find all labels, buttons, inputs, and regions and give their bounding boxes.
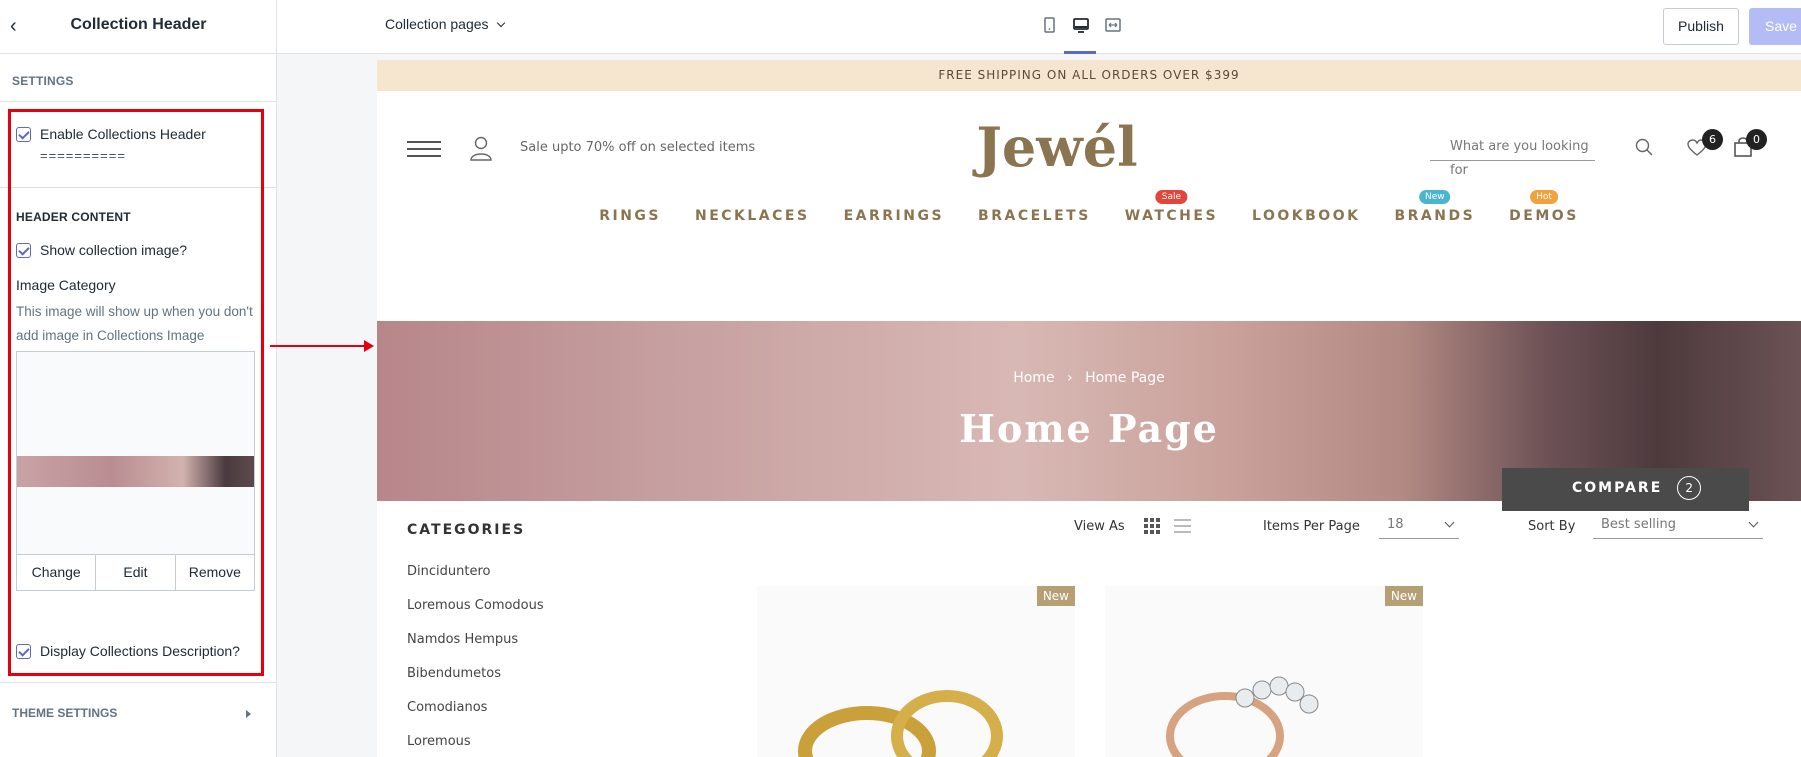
active-device-indicator [1064, 51, 1096, 54]
compare-count-badge: 2 [1677, 476, 1702, 500]
nav-item-earrings[interactable]: EARRINGS [844, 208, 944, 224]
sort-by-value: Best selling [1601, 517, 1677, 532]
nav-item-brands[interactable]: New BRANDS [1394, 190, 1476, 224]
store-preview: FREE SHIPPING ON ALL ORDERS OVER $399 Sa… [377, 60, 1801, 757]
banner-title: Home Page [959, 406, 1219, 451]
nav-item-label: DEMOS [1509, 208, 1579, 224]
desktop-icon[interactable] [1072, 16, 1090, 34]
page-selector[interactable]: Collection pages [385, 16, 506, 32]
nav-item-demos[interactable]: Hot DEMOS [1509, 190, 1579, 224]
gold-rings-image [798, 690, 1003, 757]
annotation-arrowhead-icon [364, 340, 374, 352]
caret-right-icon[interactable] [246, 710, 251, 718]
search-input[interactable]: What are you looking for [1430, 135, 1595, 178]
search-icon[interactable] [1635, 138, 1653, 156]
editor-topbar [277, 0, 1801, 54]
nav-item-watches[interactable]: Sale WATCHES [1124, 190, 1219, 224]
product-card[interactable]: New [1105, 586, 1423, 757]
diamond-ring-image [1166, 676, 1319, 757]
nav-item-label: RINGS [599, 208, 661, 224]
new-tag-badge: New [1418, 190, 1451, 204]
collection-banner: Home › Home Page Home Page COMPARE 2 [377, 321, 1801, 511]
divider [0, 101, 276, 102]
sort-by-label: Sort By [1528, 519, 1576, 534]
hot-tag-badge: Hot [1530, 190, 1558, 204]
breadcrumb-home-link[interactable]: Home [1013, 370, 1054, 386]
breadcrumb-separator-icon: › [1067, 370, 1073, 386]
annotation-arrow [270, 345, 370, 347]
nav-item-label: NECKLACES [694, 208, 810, 224]
nav-item-label: WATCHES [1124, 208, 1219, 224]
category-link[interactable]: Dinciduntero [407, 564, 544, 598]
nav-item-label: BRANDS [1394, 208, 1476, 224]
compare-button[interactable]: COMPARE 2 [1502, 468, 1749, 511]
shipping-banner: FREE SHIPPING ON ALL ORDERS OVER $399 [377, 60, 1801, 91]
breadcrumb-current: Home Page [1085, 370, 1165, 386]
view-as-label: View As [1074, 519, 1125, 534]
fullwidth-icon[interactable] [1104, 16, 1122, 34]
chevron-down-icon [497, 18, 506, 28]
sort-by-select[interactable]: Best selling [1593, 513, 1763, 539]
category-link[interactable]: Loremous [407, 734, 544, 757]
product-card[interactable]: New [757, 586, 1075, 757]
categories-list: Dinciduntero Loremous Comodous Namdos He… [407, 564, 544, 757]
chevron-down-icon [1748, 517, 1759, 528]
nav-item-bracelets[interactable]: BRACELETS [978, 208, 1091, 224]
nav-item-lookbook[interactable]: LOOKBOOK [1252, 208, 1360, 224]
save-button[interactable]: Save [1749, 8, 1801, 45]
nav-item-label: EARRINGS [843, 208, 945, 224]
mobile-icon[interactable] [1040, 16, 1058, 34]
items-per-page-select[interactable]: 18 [1379, 513, 1459, 539]
chevron-down-icon [1444, 517, 1455, 528]
highlight-box [8, 109, 264, 676]
store-logo[interactable]: Jewél [907, 115, 1207, 179]
page-selector-label: Collection pages [385, 16, 489, 32]
divider [0, 682, 276, 683]
category-link[interactable]: Bibendumetos [407, 666, 544, 700]
main-nav: RINGS NECKLACES EARRINGS BRACELETS Sale W… [377, 190, 1801, 224]
category-link[interactable]: Loremous Comodous [407, 598, 544, 632]
sidebar-title: Collection Header [70, 16, 207, 33]
publish-button[interactable]: Publish [1663, 8, 1739, 45]
list-view-icon[interactable] [1174, 519, 1191, 533]
nav-item-label: LOOKBOOK [1252, 208, 1361, 224]
promo-text: Sale upto 70% off on selected items [520, 140, 756, 155]
items-per-page-label: Items Per Page [1263, 519, 1360, 534]
nav-item-necklaces[interactable]: NECKLACES [695, 208, 810, 224]
grid-view-icon[interactable] [1144, 518, 1160, 534]
category-link[interactable]: Namdos Hempus [407, 632, 544, 666]
items-per-page-value: 18 [1387, 517, 1404, 532]
sidebar-header: ‹ Collection Header [0, 0, 276, 54]
categories-title: CATEGORIES [407, 522, 526, 538]
nav-item-label: BRACELETS [978, 208, 1091, 224]
nav-item-rings[interactable]: RINGS [599, 208, 661, 224]
category-link[interactable]: Comodianos [407, 700, 544, 734]
breadcrumb: Home › Home Page [377, 370, 1801, 386]
store-header: Sale upto 70% off on selected items Jewé… [377, 91, 1801, 321]
hamburger-menu-icon[interactable] [407, 141, 441, 157]
compare-label: COMPARE [1572, 480, 1663, 496]
settings-section-label: SETTINGS [12, 74, 74, 88]
sale-tag-badge: Sale [1155, 190, 1188, 204]
wishlist-count-badge: 6 [1702, 129, 1723, 150]
user-account-icon[interactable] [469, 135, 493, 161]
cart-count-badge: 0 [1746, 129, 1767, 150]
device-switcher [1040, 16, 1122, 34]
theme-settings-label[interactable]: THEME SETTINGS [12, 706, 117, 720]
